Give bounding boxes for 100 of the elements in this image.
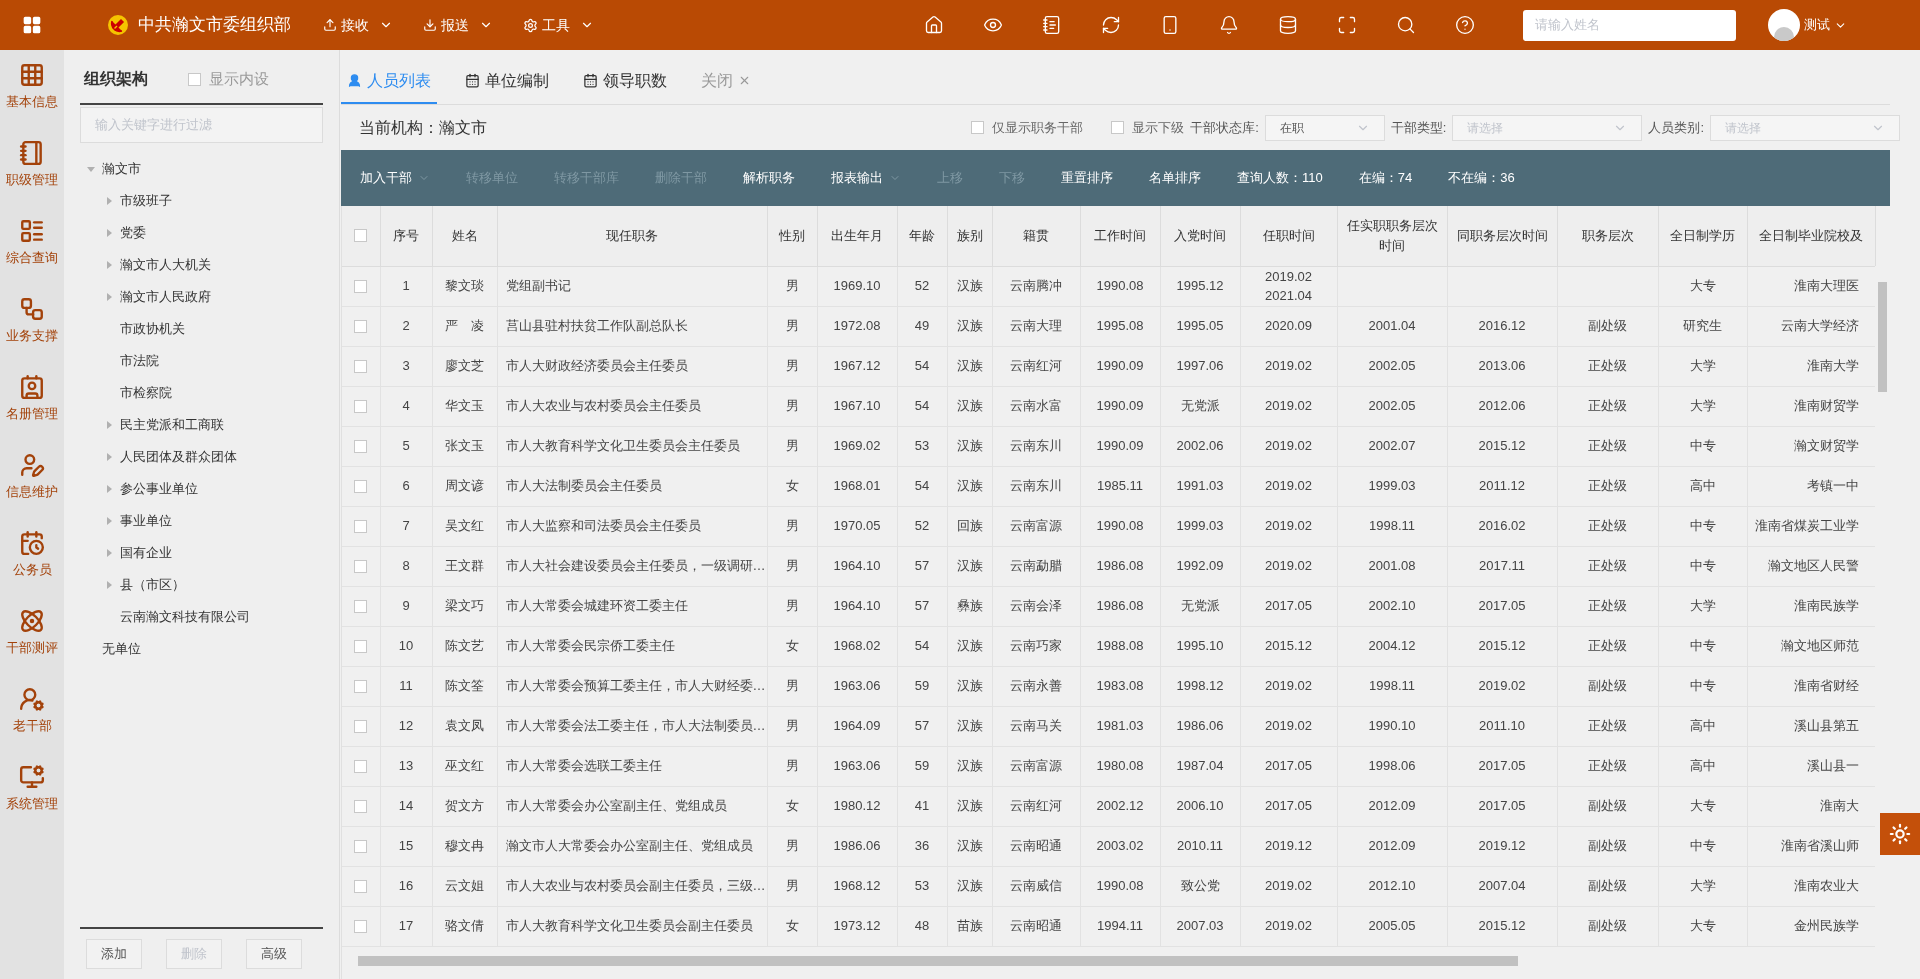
refresh-icon[interactable] [1101, 15, 1121, 35]
tree-item[interactable]: 人民团体及群众团体 [120, 447, 237, 467]
column-header[interactable]: 性别 [773, 226, 811, 246]
expand-arrow-icon[interactable] [87, 166, 95, 172]
tree-item[interactable]: 参公事业单位 [120, 479, 198, 499]
home-icon[interactable] [924, 15, 944, 35]
expand-arrow-icon[interactable] [106, 581, 112, 589]
checkbox-label[interactable]: 显示下级 [1132, 117, 1185, 138]
expand-arrow-icon[interactable] [106, 549, 112, 557]
toolbar-button[interactable]: 解析职务 [743, 168, 795, 188]
notebook-icon[interactable] [19, 140, 45, 166]
row-checkbox[interactable] [354, 439, 368, 453]
column-header[interactable]: 现任职务 [503, 226, 761, 246]
row-checkbox[interactable] [354, 879, 368, 893]
column-header[interactable]: 工作时间 [1086, 226, 1154, 246]
column-header[interactable]: 职务层次 [1563, 226, 1652, 246]
row-checkbox[interactable] [354, 359, 368, 373]
bell-icon[interactable] [1219, 15, 1239, 35]
menu-button[interactable]: 报送 [423, 14, 493, 36]
rail-label[interactable]: 业务支撑 [6, 326, 58, 346]
menu-button[interactable]: 接收 [323, 14, 393, 36]
checkbox[interactable] [188, 72, 201, 86]
contact-card-icon[interactable] [19, 374, 45, 400]
tree-item[interactable]: 瀚文市人民政府 [120, 287, 211, 307]
tree-item[interactable]: 事业单位 [120, 511, 172, 531]
tree-item[interactable]: 县（市区） [120, 575, 185, 595]
tree-item[interactable]: 民主党派和工商联 [120, 415, 224, 435]
toolbar-button[interactable]: 名单排序 [1149, 168, 1201, 188]
fullscreen-icon[interactable] [1337, 15, 1357, 35]
rail-label[interactable]: 干部测评 [6, 638, 58, 658]
toolbar-button[interactable]: 报表输出 [831, 168, 901, 188]
tab[interactable]: 单位编制 [459, 59, 555, 104]
rail-label[interactable]: 综合查询 [6, 248, 58, 268]
column-header[interactable]: 年龄 [903, 226, 941, 246]
user-name[interactable]: 测试 [1804, 15, 1830, 35]
rail-label[interactable]: 基本信息 [6, 92, 58, 112]
expand-arrow-icon[interactable] [106, 197, 112, 205]
row-checkbox[interactable] [354, 639, 368, 653]
row-checkbox[interactable] [354, 719, 368, 733]
expand-arrow-icon[interactable] [106, 421, 112, 429]
column-header[interactable]: 全日制毕业院校及 [1753, 226, 1869, 246]
database-icon[interactable] [1278, 15, 1298, 35]
rail-label[interactable]: 职级管理 [6, 170, 58, 190]
apps-icon[interactable] [22, 15, 42, 35]
tree-item[interactable]: 云南瀚文科技有限公司 [120, 607, 250, 627]
column-header[interactable]: 入党时间 [1166, 226, 1234, 246]
checkbox[interactable] [1111, 121, 1125, 134]
expand-arrow-icon[interactable] [106, 517, 112, 525]
menu-button[interactable]: 工具 [523, 14, 594, 36]
column-header[interactable]: 任职时间 [1246, 226, 1331, 246]
tree-item[interactable]: 瀚文市人大机关 [120, 255, 211, 275]
row-checkbox[interactable] [354, 759, 368, 773]
tab[interactable]: 领导职数 [577, 59, 673, 104]
row-checkbox[interactable] [354, 599, 368, 613]
column-header[interactable]: 籍贯 [998, 226, 1074, 246]
rail-label[interactable]: 公务员 [12, 560, 52, 580]
settings-button[interactable] [1880, 813, 1920, 855]
rail-label[interactable]: 信息维护 [6, 482, 58, 502]
column-header[interactable]: 同职务层次时间 [1453, 226, 1551, 246]
user-gear-icon[interactable] [19, 686, 45, 712]
rail-label[interactable]: 系统管理 [6, 794, 58, 814]
row-checkbox[interactable] [354, 679, 368, 693]
row-checkbox[interactable] [354, 479, 368, 493]
column-header[interactable]: 族别 [953, 226, 986, 246]
help-icon[interactable] [1455, 15, 1475, 35]
tree-item[interactable]: 市法院 [120, 351, 159, 371]
column-header[interactable]: 全日制学历 [1664, 226, 1741, 246]
row-checkbox[interactable] [354, 799, 368, 813]
search-icon[interactable] [1396, 15, 1416, 35]
select-field[interactable]: 在职 [1264, 114, 1385, 141]
rail-label[interactable]: 名册管理 [6, 404, 58, 424]
row-checkbox[interactable] [354, 839, 368, 853]
calendar-clock-icon[interactable] [19, 530, 45, 556]
toolbar-button[interactable]: 加入干部 [360, 168, 430, 188]
expand-arrow-icon[interactable] [106, 453, 112, 461]
panel-button[interactable]: 高级 [246, 939, 302, 969]
expand-arrow-icon[interactable] [106, 293, 112, 301]
tree-item[interactable]: 党委 [120, 223, 146, 243]
expand-arrow-icon[interactable] [106, 485, 112, 493]
column-header[interactable]: 序号 [386, 226, 426, 246]
column-header[interactable]: 姓名 [438, 226, 491, 246]
checkbox[interactable] [971, 121, 985, 134]
tree-item[interactable]: 市级班子 [120, 191, 172, 211]
row-checkbox[interactable] [354, 319, 368, 333]
notebook-icon[interactable] [1042, 15, 1062, 35]
workflow-icon[interactable] [19, 296, 45, 322]
column-header[interactable]: 任实职职务层次时间 [1343, 216, 1441, 256]
panel-button[interactable]: 添加 [86, 939, 142, 969]
search-input[interactable]: 请输入姓名 [1535, 15, 1724, 35]
row-checkbox[interactable] [354, 919, 368, 933]
atom-icon[interactable] [19, 608, 45, 634]
rail-label[interactable]: 老干部 [12, 716, 52, 736]
row-checkbox[interactable] [354, 399, 368, 413]
expand-arrow-icon[interactable] [106, 261, 112, 269]
row-checkbox[interactable] [354, 519, 368, 533]
list-layout-icon[interactable] [19, 218, 45, 244]
monitor-gear-icon[interactable] [19, 764, 45, 790]
tree-item[interactable]: 国有企业 [120, 543, 172, 563]
toolbar-button[interactable]: 重置排序 [1061, 168, 1113, 188]
row-checkbox[interactable] [354, 559, 368, 573]
